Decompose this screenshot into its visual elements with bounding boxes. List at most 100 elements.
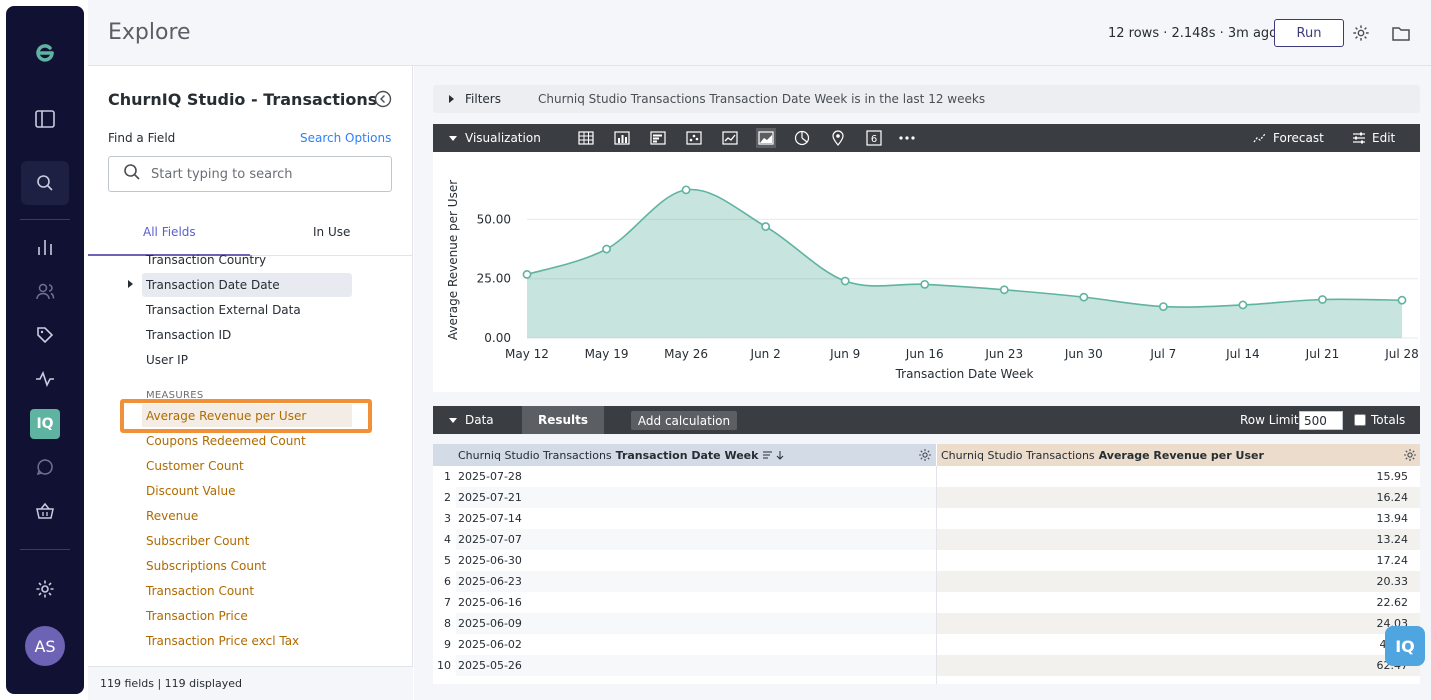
activity-icon[interactable]: [28, 362, 62, 396]
x-tick-label: Jun 2: [750, 347, 781, 361]
measure-item[interactable]: Revenue: [146, 509, 198, 523]
column-viz-icon[interactable]: [612, 128, 632, 148]
scatter-viz-icon[interactable]: [684, 128, 704, 148]
gear-icon[interactable]: [1350, 22, 1372, 44]
table-row[interactable]: 47.__ 9 2025-06-02: [433, 634, 1420, 655]
header-prefix: Churniq Studio Transactions: [941, 448, 1095, 462]
field-search-box[interactable]: [108, 156, 392, 192]
collapse-panel-icon[interactable]: [374, 90, 392, 108]
header-prefix: Churniq Studio Transactions: [458, 448, 612, 462]
measure-item[interactable]: Discount Value: [146, 484, 235, 498]
measure-item[interactable]: Transaction Count: [146, 584, 254, 598]
measure-item[interactable]: Coupons Redeemed Count: [146, 434, 306, 448]
filters-bar[interactable]: Filters Churniq Studio Transactions Tran…: [433, 85, 1420, 113]
add-calculation-button[interactable]: Add calculation: [631, 411, 737, 430]
dimension-column-header[interactable]: Churniq Studio Transactions Transaction …: [456, 444, 936, 466]
totals-checkbox[interactable]: [1354, 414, 1366, 426]
settings-nav-icon[interactable]: [28, 572, 62, 606]
field-item[interactable]: User IP: [146, 353, 188, 367]
data-point[interactable]: [1079, 292, 1089, 302]
more-options-icon[interactable]: [897, 128, 917, 148]
table-viz-icon[interactable]: [576, 128, 596, 148]
table-row[interactable]: 15.95 1 2025-07-28: [433, 466, 1420, 487]
data-point[interactable]: [1318, 295, 1327, 304]
collapse-caret-icon[interactable]: [449, 136, 457, 141]
table-row[interactable]: 20.33 6 2025-06-23: [433, 571, 1420, 592]
data-point[interactable]: [920, 279, 930, 289]
line-viz-icon[interactable]: [720, 128, 740, 148]
date-cell: 2025-07-07: [458, 533, 522, 546]
expand-caret-icon[interactable]: [128, 280, 133, 288]
basket-icon[interactable]: [28, 494, 62, 528]
table-row[interactable]: 13.24 4 2025-07-07: [433, 529, 1420, 550]
iq-assistant-button[interactable]: IQ: [1385, 626, 1425, 666]
data-point[interactable]: [602, 244, 611, 254]
single-value-viz-icon[interactable]: 6: [864, 128, 884, 148]
measure-cell: 20.33: [937, 571, 1420, 592]
field-search-input[interactable]: [151, 166, 371, 182]
data-label[interactable]: Data: [465, 413, 494, 427]
bar-chart-icon[interactable]: [28, 230, 62, 264]
field-item[interactable]: Transaction Date Date: [146, 278, 280, 292]
area-viz-icon[interactable]: [756, 128, 776, 148]
row-number: 10: [437, 659, 451, 672]
visualization-label[interactable]: Visualization: [465, 131, 541, 145]
forecast-button[interactable]: Forecast: [1253, 131, 1324, 145]
data-point[interactable]: [1158, 302, 1168, 312]
table-row[interactable]: 17.24 5 2025-06-30: [433, 550, 1420, 571]
field-item[interactable]: Transaction ID: [146, 328, 231, 342]
table-row[interactable]: 22.62 7 2025-06-16: [433, 592, 1420, 613]
tab-results[interactable]: Results: [522, 406, 604, 434]
tag-icon[interactable]: [28, 318, 62, 352]
results-table: Churniq Studio Transactions Transaction …: [433, 444, 1420, 684]
map-pin-icon[interactable]: [828, 128, 848, 148]
table-row[interactable]: 24.03 8 2025-06-09: [433, 613, 1420, 634]
expand-caret-icon[interactable]: [449, 95, 454, 103]
avatar[interactable]: AS: [25, 626, 65, 666]
measure-item[interactable]: Transaction Price excl Tax: [146, 634, 299, 648]
chat-icon[interactable]: [28, 450, 62, 484]
search-nav-icon[interactable]: [21, 161, 69, 205]
filters-label[interactable]: Filters: [465, 92, 501, 106]
measure-item[interactable]: Transaction Price: [146, 609, 248, 623]
date-cell: 2025-06-30: [458, 554, 522, 567]
tab-in-use[interactable]: In Use: [313, 225, 350, 239]
iq-nav-icon[interactable]: IQ: [30, 409, 60, 439]
measure-item[interactable]: Subscriptions Count: [146, 559, 266, 573]
tab-all-fields[interactable]: All Fields: [143, 225, 196, 239]
run-button[interactable]: Run: [1274, 19, 1344, 47]
data-point[interactable]: [761, 222, 771, 231]
column-gear-icon[interactable]: [918, 448, 932, 462]
y-tick-label: 50.00: [477, 212, 511, 226]
app-logo-icon[interactable]: [28, 36, 62, 70]
table-row[interactable]: 13.94 3 2025-07-14: [433, 508, 1420, 529]
table-row[interactable]: 16.24 2 2025-07-21: [433, 487, 1420, 508]
pie-viz-icon[interactable]: [792, 128, 812, 148]
field-item[interactable]: Transaction Country: [146, 253, 266, 267]
sidebar-toggle-icon[interactable]: [28, 102, 62, 136]
measure-item[interactable]: Subscriber Count: [146, 534, 249, 548]
table-row[interactable]: 62.47 10 2025-05-26: [433, 655, 1420, 676]
row-number: 2: [444, 491, 451, 504]
edit-viz-button[interactable]: Edit: [1352, 131, 1395, 145]
data-point[interactable]: [1238, 300, 1248, 310]
data-point[interactable]: [522, 270, 532, 279]
measure-cell: 22.62: [937, 592, 1420, 613]
collapse-caret-icon[interactable]: [449, 418, 457, 423]
bar-viz-icon[interactable]: [648, 128, 668, 148]
users-icon[interactable]: [28, 274, 62, 308]
data-point[interactable]: [840, 276, 850, 286]
field-item[interactable]: Transaction External Data: [146, 303, 301, 317]
search-options-link[interactable]: Search Options: [300, 131, 391, 145]
column-gear-icon[interactable]: [1403, 448, 1417, 462]
date-cell: 2025-06-02: [458, 638, 522, 651]
sort-desc-icon[interactable]: [762, 450, 786, 460]
data-point[interactable]: [681, 185, 691, 195]
data-point[interactable]: [999, 285, 1009, 295]
row-limit-input[interactable]: 500: [1299, 411, 1343, 430]
measure-column-header[interactable]: Churniq Studio Transactions Average Reve…: [937, 444, 1420, 466]
measure-cell: 24.03: [937, 613, 1420, 634]
folder-icon[interactable]: [1390, 22, 1412, 44]
data-point[interactable]: [1397, 295, 1407, 305]
measure-item[interactable]: Customer Count: [146, 459, 244, 473]
